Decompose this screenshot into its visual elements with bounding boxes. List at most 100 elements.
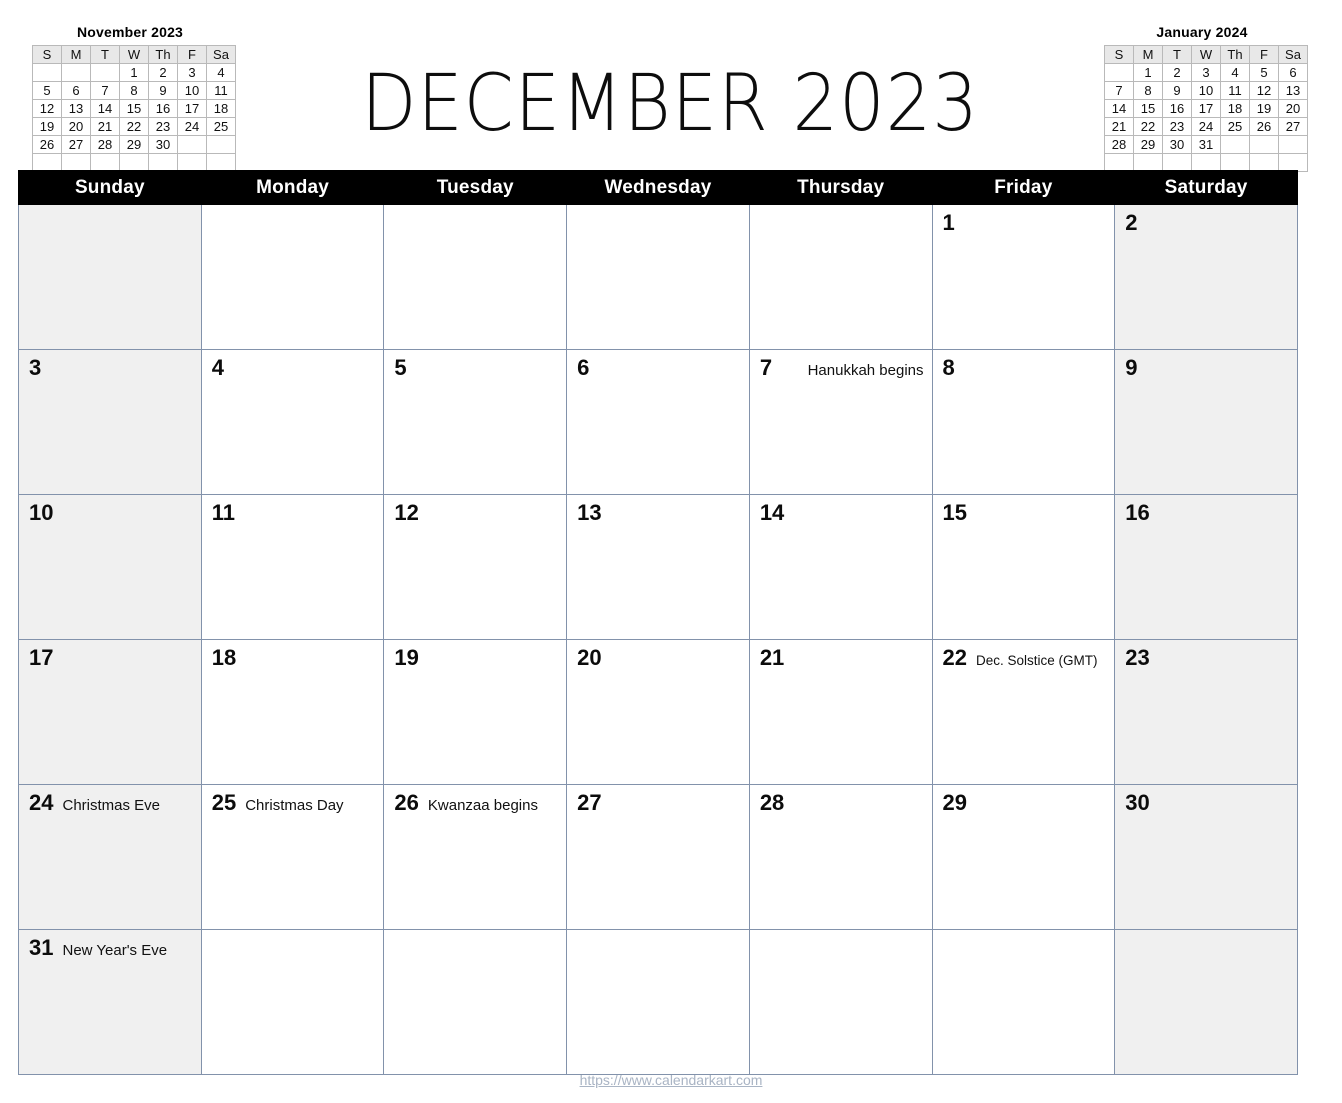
mini-day-cell: 23 — [1162, 117, 1192, 136]
calendar-day-cell[interactable]: 14 — [748, 494, 933, 640]
mini-day-cell: 5 — [1249, 63, 1279, 82]
calendar-empty-cell[interactable] — [200, 204, 385, 350]
mini-empty-cell — [1104, 153, 1134, 172]
calendar-day-cell[interactable]: 21 — [748, 639, 933, 785]
mini-day-cell: 19 — [1249, 99, 1279, 118]
calendar-day-cell[interactable]: 1 — [931, 204, 1116, 350]
mini-day-cell: 4 — [206, 63, 236, 82]
day-cell-content: 19 — [384, 640, 566, 669]
mini-week-row: 123456 — [1104, 63, 1308, 82]
weekday-header-thursday: Thursday — [748, 170, 933, 205]
calendar-day-cell[interactable]: 8 — [931, 349, 1116, 495]
calendar-empty-cell[interactable] — [566, 929, 750, 1075]
day-cell-content: 3 — [19, 350, 201, 379]
calendar-empty-cell[interactable] — [931, 929, 1116, 1075]
calendar-empty-cell[interactable] — [383, 204, 568, 350]
mini-day-cell: 17 — [1191, 99, 1221, 118]
calendar-day-cell[interactable]: 25 Christmas Day — [200, 784, 385, 930]
mini-calendar-table: S M T W Th F Sa 1 2 3 4 5 6 7 8 9 10 11 12 13 14 15 16 17 18 19 2… — [1104, 45, 1308, 172]
weekday-header-row: Sunday Monday Tuesday Wednesday Thursday Frid… — [18, 170, 1298, 205]
mini-day-cell: 26 — [32, 135, 62, 154]
mini-weekday-header: Th — [148, 45, 178, 64]
mini-empty-cell — [1162, 153, 1192, 172]
calendar-day-cell[interactable]: 27 — [566, 784, 750, 930]
mini-empty-cell — [206, 153, 236, 172]
calendar-empty-cell[interactable] — [18, 204, 202, 350]
day-cell-content: 22 Dec. Solstice (GMT) — [933, 640, 1115, 671]
calendar-empty-cell[interactable] — [748, 929, 933, 1075]
day-cell-content: 8 — [933, 350, 1115, 379]
mini-week-row: 28 29 30 31 — [1104, 135, 1308, 154]
mini-day-cell: 27 — [61, 135, 91, 154]
day-number: 27 — [577, 790, 602, 815]
calendar-day-cell[interactable]: 31 New Year's Eve — [18, 929, 202, 1075]
mini-calendar-title: November 2023 — [76, 24, 184, 40]
calendar-day-cell[interactable]: 5 — [383, 349, 568, 495]
day-number: 23 — [1125, 645, 1150, 670]
calendar-empty-cell[interactable] — [1114, 929, 1298, 1075]
mini-weekday-header: M — [61, 45, 91, 64]
mini-empty-cell — [1278, 153, 1308, 172]
calendar-week-row: 31 New Year's Eve — [18, 929, 1298, 1075]
day-number: 14 — [759, 500, 785, 525]
calendar-day-cell[interactable]: 9 — [1114, 349, 1298, 495]
calendar-empty-cell[interactable] — [748, 204, 933, 350]
weekday-header-saturday: Saturday — [1114, 170, 1298, 205]
calendar-day-cell[interactable]: 7 Hanukkah begins — [748, 349, 933, 495]
mini-day-cell: 24 — [177, 117, 207, 136]
calendar-day-cell[interactable]: 30 — [1114, 784, 1298, 930]
day-event-label: New Year's Eve — [62, 942, 168, 959]
calendar-day-cell[interactable]: 11 — [200, 494, 385, 640]
calendar-day-cell[interactable]: 10 — [18, 494, 202, 640]
mini-calendar-header-row: S M T W Th F Sa — [32, 45, 236, 64]
footer-url[interactable]: https://www.calendarkart.com — [0, 1072, 1342, 1088]
calendar-empty-cell[interactable] — [566, 204, 750, 350]
mini-week-row: 12 13 14 15 16 17 18 — [32, 99, 236, 118]
calendar-empty-cell[interactable] — [383, 929, 568, 1075]
mini-day-cell: 14 — [90, 99, 120, 118]
calendar-empty-cell[interactable] — [200, 929, 385, 1075]
calendar-day-cell[interactable]: 6 — [566, 349, 750, 495]
calendar-day-cell[interactable]: 18 — [200, 639, 385, 785]
mini-empty-cell — [32, 153, 62, 172]
mini-weekday-header: M — [1133, 45, 1163, 64]
day-cell-content: 24 Christmas Eve — [19, 785, 201, 816]
mini-day-cell: 6 — [1278, 63, 1308, 82]
mini-day-cell: 17 — [177, 99, 207, 118]
mini-empty-cell — [177, 153, 207, 172]
day-number: 19 — [394, 645, 419, 670]
calendar-day-cell[interactable]: 16 — [1114, 494, 1298, 640]
calendar-day-cell[interactable]: 24 Christmas Eve — [18, 784, 202, 930]
day-number: 21 — [759, 645, 785, 670]
calendar-day-cell[interactable]: 13 — [566, 494, 750, 640]
mini-week-row — [1104, 153, 1308, 172]
calendar-day-cell[interactable]: 28 — [748, 784, 933, 930]
mini-day-cell: 4 — [1220, 63, 1250, 82]
mini-calendar-header-row: S M T W Th F Sa — [1104, 45, 1308, 64]
mini-week-row: 26 27 28 29 30 — [32, 135, 236, 154]
day-number: 8 — [942, 355, 955, 380]
mini-calendar-previous-month: November 2023 S M T W Th F Sa 1 2 3 4 5 6 7 8 9 10 11 12 1… — [32, 24, 236, 172]
calendar-day-cell[interactable]: 20 — [566, 639, 750, 785]
calendar-day-cell[interactable]: 3 — [18, 349, 202, 495]
calendar-day-cell[interactable]: 15 — [931, 494, 1116, 640]
mini-day-cell: 8 — [119, 81, 149, 100]
mini-weekday-header: Th — [1220, 45, 1250, 64]
mini-empty-cell — [90, 63, 120, 82]
mini-day-cell: 29 — [119, 135, 149, 154]
day-number: 4 — [211, 355, 224, 380]
mini-day-cell: 29 — [1133, 135, 1163, 154]
calendar-day-cell[interactable]: 29 — [931, 784, 1116, 930]
day-event-label: Kwanzaa begins — [427, 797, 538, 814]
day-number: 9 — [1125, 355, 1138, 380]
day-cell-content: 27 — [567, 785, 749, 814]
calendar-day-cell[interactable]: 26 Kwanzaa begins — [383, 784, 568, 930]
calendar-day-cell[interactable]: 12 — [383, 494, 568, 640]
calendar-day-cell[interactable]: 19 — [383, 639, 568, 785]
calendar-day-cell[interactable]: 23 — [1114, 639, 1298, 785]
calendar-grid: Sunday Monday Tuesday Wednesday Thursday Frid… — [18, 170, 1298, 1075]
calendar-day-cell[interactable]: 22 Dec. Solstice (GMT) — [931, 639, 1116, 785]
calendar-day-cell[interactable]: 2 — [1114, 204, 1298, 350]
calendar-day-cell[interactable]: 17 — [18, 639, 202, 785]
calendar-day-cell[interactable]: 4 — [200, 349, 385, 495]
